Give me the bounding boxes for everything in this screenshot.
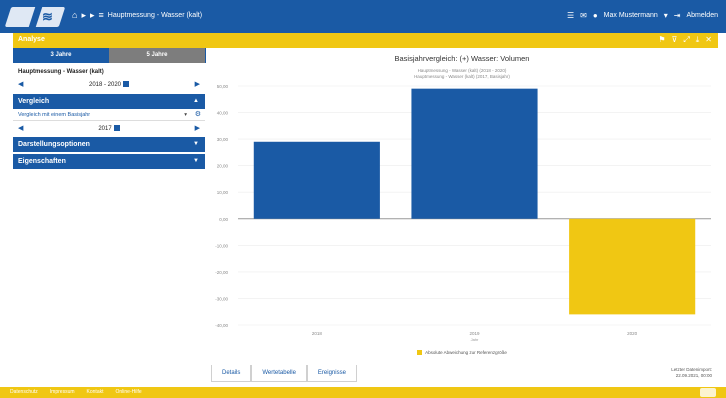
logout-link[interactable]: Abmelden bbox=[686, 12, 718, 19]
y-tick-label: 30,00 bbox=[217, 137, 229, 142]
bar-2020 bbox=[569, 218, 696, 315]
user-menu-area: ☰ ✉ ● Max Mustermann ▾ ⇥ Abmelden bbox=[567, 11, 718, 20]
chevron-down-icon[interactable]: ▾ bbox=[664, 11, 668, 20]
gear-icon[interactable]: ⚙ bbox=[195, 109, 201, 121]
tab-5-years[interactable]: 5 Jahre bbox=[109, 48, 205, 63]
bar-chart: 50,00 40,00 30,00 20,00 10,00 0,00 -10,00 -20,0… bbox=[215, 84, 711, 342]
settings-panel: 3 Jahre 5 Jahre ◂ Hauptmessung - Wasser … bbox=[13, 48, 214, 365]
section-tools: ⚑ ⊽ ⤢ ⤓ ✕ bbox=[658, 35, 712, 45]
breadcrumb-current[interactable]: Hauptmessung - Wasser (kalt) bbox=[108, 12, 202, 19]
filter-icon[interactable]: ⊽ bbox=[671, 35, 677, 45]
section-header: Analyse ⚑ ⊽ ⤢ ⤓ ✕ bbox=[13, 33, 718, 48]
user-icon: ● bbox=[592, 11, 598, 20]
period-tabs: 3 Jahre 5 Jahre bbox=[13, 48, 205, 63]
legend-label: Absolute Abweichung zur Referenzgröße bbox=[425, 350, 507, 355]
section-title: Analyse bbox=[18, 36, 45, 43]
next-range-icon[interactable]: ▶ bbox=[195, 80, 200, 88]
bookmark-icon[interactable]: ⚑ bbox=[658, 35, 665, 45]
range-value: 2018 - 2020 bbox=[88, 82, 122, 88]
darstellung-title: Darstellungsoptionen bbox=[18, 141, 90, 148]
menu-list-icon[interactable]: ☰ bbox=[567, 11, 574, 20]
company-logo[interactable]: ≋ bbox=[4, 7, 66, 27]
logout-icon[interactable]: ⇥ bbox=[674, 11, 681, 20]
darstellung-header[interactable]: Darstellungsoptionen ▼ bbox=[13, 137, 205, 152]
chevron-right-icon: ▸ bbox=[89, 10, 95, 20]
last-import-info: Letzter Datenimport: 22.09.2021, 00:00 bbox=[671, 367, 712, 379]
x-tick-label: 2018 bbox=[312, 331, 323, 336]
y-tick-label: 0,00 bbox=[219, 217, 228, 222]
y-tick-label: -10,00 bbox=[215, 243, 228, 248]
calendar-icon[interactable] bbox=[123, 81, 130, 87]
base-year-pager: ◀ 2017 ▶ bbox=[13, 121, 205, 135]
footer: Datenschutz Impressum Kontakt Online-Hil… bbox=[0, 387, 726, 398]
home-icon[interactable]: ⌂ bbox=[72, 11, 77, 20]
range-pager: ◀ 2018 - 2020 ▶ bbox=[13, 77, 205, 91]
y-tick-label: -30,00 bbox=[215, 296, 228, 301]
download-icon[interactable]: ⤓ bbox=[696, 35, 700, 45]
last-import-date: 22.09.2021, 00:00 bbox=[675, 373, 712, 378]
tab-ereignisse[interactable]: Ereignisse bbox=[306, 365, 357, 382]
breadcrumb: ⌂ ▸ ▸ ≡ Hauptmessung - Wasser (kalt) bbox=[72, 11, 202, 20]
chevron-right-icon: ▸ bbox=[81, 10, 86, 20]
footer-link-imprint[interactable]: Impressum bbox=[50, 389, 75, 395]
x-tick-label: 2019 bbox=[469, 331, 480, 336]
legend-swatch bbox=[417, 350, 423, 355]
top-navigation-bar: ≋ ⌂ ▸ ▸ ≡ Hauptmessung - Wasser (kalt) ☰… bbox=[0, 0, 726, 33]
vergleich-title: Vergleich bbox=[18, 98, 50, 105]
next-year-icon[interactable]: ▶ bbox=[195, 124, 200, 132]
y-tick-label: -20,00 bbox=[215, 270, 228, 275]
tab-details[interactable]: Details bbox=[211, 365, 252, 382]
comparison-select[interactable]: Vergleich mit einem Basisjahr ▾ ⚙ bbox=[13, 109, 205, 121]
meter-icon: ≡ bbox=[98, 10, 104, 20]
y-tick-label: 20,00 bbox=[217, 164, 229, 169]
expand-icon[interactable]: ⤢ bbox=[683, 35, 689, 45]
tab-wertetabelle[interactable]: Wertetabelle bbox=[251, 365, 307, 382]
tab-3-years[interactable]: 3 Jahre bbox=[13, 48, 109, 63]
mail-icon[interactable]: ✉ bbox=[580, 11, 587, 20]
user-name[interactable]: Max Mustermann bbox=[604, 12, 658, 19]
x-tick-label: 2020 bbox=[627, 331, 638, 336]
chart-legend[interactable]: Absolute Abweichung zur Referenzgröße bbox=[206, 350, 718, 355]
calendar-icon[interactable] bbox=[113, 125, 120, 131]
footer-link-privacy[interactable]: Datenschutz bbox=[10, 389, 38, 395]
y-tick-label: 10,00 bbox=[217, 190, 229, 195]
detail-tabs: Details Wertetabelle Ereignisse bbox=[211, 365, 357, 382]
footer-logo bbox=[700, 388, 716, 397]
chevron-down-icon: ▼ bbox=[193, 158, 199, 164]
vergleich-header[interactable]: Vergleich ▲ bbox=[13, 94, 205, 109]
chart-area: Basisjahrvergleich: (+) Wasser: Volumen … bbox=[206, 48, 718, 365]
footer-link-help[interactable]: Online-Hilfe bbox=[116, 389, 142, 395]
eigenschaften-title: Eigenschaften bbox=[18, 158, 66, 165]
bar-2019 bbox=[411, 88, 538, 219]
chevron-down-icon: ▼ bbox=[193, 141, 199, 147]
eigenschaften-header[interactable]: Eigenschaften ▼ bbox=[13, 154, 205, 169]
close-icon[interactable]: ✕ bbox=[705, 35, 712, 45]
comparison-select-value: Vergleich mit einem Basisjahr bbox=[18, 112, 91, 118]
chevron-down-icon: ▾ bbox=[184, 112, 187, 118]
base-year-value: 2017 bbox=[98, 126, 112, 132]
bar-2018 bbox=[253, 141, 380, 219]
x-axis-label: Jahr bbox=[471, 337, 479, 342]
y-tick-label: 40,00 bbox=[217, 111, 229, 116]
y-tick-label: 50,00 bbox=[217, 84, 229, 89]
meter-label: Hauptmessung - Wasser (kalt) bbox=[18, 69, 104, 75]
footer-link-contact[interactable]: Kontakt bbox=[87, 389, 104, 395]
app-window: ≋ ⌂ ▸ ▸ ≡ Hauptmessung - Wasser (kalt) ☰… bbox=[0, 0, 726, 398]
y-tick-label: -40,00 bbox=[215, 323, 228, 328]
chevron-up-icon: ▲ bbox=[193, 98, 199, 104]
